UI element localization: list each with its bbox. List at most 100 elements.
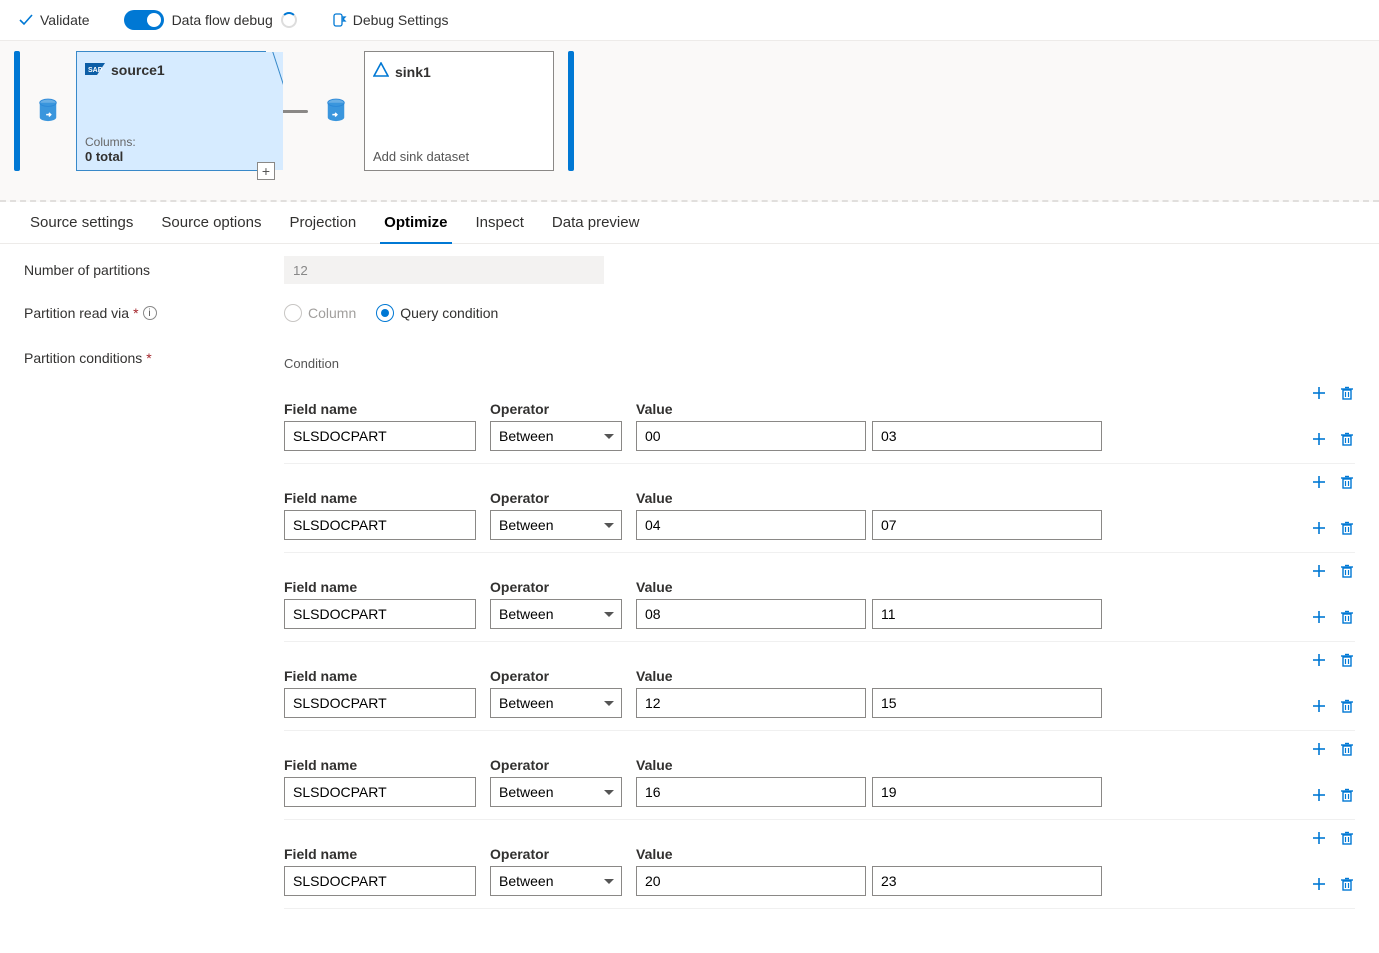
info-icon[interactable]: i (143, 306, 157, 320)
node-sink1[interactable]: sink1 Add sink dataset (364, 51, 554, 171)
value-to-input[interactable] (872, 866, 1102, 896)
radio-query-label: Query condition (400, 305, 498, 321)
add-condition-button[interactable] (1311, 698, 1327, 714)
tab-inspect[interactable]: Inspect (462, 202, 538, 243)
delete-condition-button[interactable] (1339, 609, 1355, 625)
operator-label: Operator (490, 490, 622, 506)
operator-label: Operator (490, 401, 622, 417)
add-branch-button[interactable]: + (257, 162, 275, 180)
value-label: Value (636, 846, 1102, 862)
flow-canvas[interactable]: SAP source1 Columns: 0 total + sink1 (0, 40, 1379, 202)
tabs: Source settingsSource optionsProjectionO… (0, 202, 1379, 244)
field-name-label: Field name (284, 757, 476, 773)
add-condition-button[interactable] (1311, 431, 1327, 447)
validate-button[interactable]: Validate (12, 10, 96, 30)
operator-select[interactable]: Between (490, 599, 622, 629)
value-label: Value (636, 757, 1102, 773)
debug-settings-label: Debug Settings (353, 12, 449, 28)
value-from-input[interactable] (636, 599, 866, 629)
tab-data-preview[interactable]: Data preview (538, 202, 654, 243)
condition-row: Field nameOperatorBetweenValue (284, 830, 1355, 909)
value-from-input[interactable] (636, 777, 866, 807)
operator-select[interactable]: Between (490, 510, 622, 540)
field-name-input[interactable] (284, 688, 476, 718)
num-partitions-input[interactable] (284, 256, 604, 284)
tab-optimize[interactable]: Optimize (370, 202, 461, 243)
value-to-input[interactable] (872, 421, 1102, 451)
value-to-input[interactable] (872, 688, 1102, 718)
debug-settings-button[interactable]: Debug Settings (325, 10, 455, 30)
required-asterisk: * (146, 350, 151, 366)
tab-source-settings[interactable]: Source settings (16, 202, 147, 243)
add-group-button[interactable] (1311, 652, 1327, 668)
node-source1[interactable]: SAP source1 Columns: 0 total + (76, 51, 266, 171)
tab-source-options[interactable]: Source options (147, 202, 275, 243)
delete-condition-button[interactable] (1339, 431, 1355, 447)
node-handle (568, 51, 574, 171)
value-to-input[interactable] (872, 599, 1102, 629)
num-partitions-label: Number of partitions (24, 262, 150, 278)
value-from-input[interactable] (636, 866, 866, 896)
add-group-button[interactable] (1311, 385, 1327, 401)
add-condition-button[interactable] (1311, 876, 1327, 892)
database-out-icon (34, 51, 62, 171)
delete-condition-button[interactable] (1339, 787, 1355, 803)
delete-group-button[interactable] (1339, 652, 1355, 668)
required-asterisk: * (133, 305, 138, 321)
value-label: Value (636, 401, 1102, 417)
debug-toggle[interactable] (124, 10, 164, 30)
operator-select[interactable]: Between (490, 421, 622, 451)
field-name-input[interactable] (284, 599, 476, 629)
operator-label: Operator (490, 846, 622, 862)
value-label: Value (636, 668, 1102, 684)
value-to-input[interactable] (872, 777, 1102, 807)
debug-toggle-label: Data flow debug (172, 12, 273, 28)
condition-row: Field nameOperatorBetweenValue (284, 563, 1355, 642)
radio-query-condition[interactable]: Query condition (376, 304, 498, 322)
add-group-button[interactable] (1311, 563, 1327, 579)
add-group-button[interactable] (1311, 741, 1327, 757)
value-to-input[interactable] (872, 510, 1102, 540)
tab-projection[interactable]: Projection (275, 202, 370, 243)
delete-condition-button[interactable] (1339, 876, 1355, 892)
condition-row: Field name Operator Between Value (284, 652, 1355, 731)
partition-read-via-label: Partition read via (24, 305, 129, 321)
node-sink-meta: Add sink dataset (373, 149, 543, 164)
add-group-button[interactable] (1311, 474, 1327, 490)
add-condition-button[interactable] (1311, 609, 1327, 625)
operator-label: Operator (490, 668, 622, 684)
operator-label: Operator (490, 579, 622, 595)
value-from-input[interactable] (636, 421, 866, 451)
radio-column[interactable]: Column (284, 304, 356, 322)
add-group-button[interactable] (1311, 830, 1327, 846)
delete-group-button[interactable] (1339, 385, 1355, 401)
value-from-input[interactable] (636, 510, 866, 540)
field-name-input[interactable] (284, 866, 476, 896)
conditions-list: Field nameOperatorBetweenValueField name… (284, 385, 1355, 909)
operator-label: Operator (490, 757, 622, 773)
delete-condition-button[interactable] (1339, 520, 1355, 536)
add-condition-button[interactable] (1311, 787, 1327, 803)
field-name-input[interactable] (284, 510, 476, 540)
operator-select[interactable]: Between (490, 777, 622, 807)
svg-text:SAP: SAP (88, 67, 103, 74)
delete-group-button[interactable] (1339, 474, 1355, 490)
value-from-input[interactable] (636, 688, 866, 718)
partition-conditions-label: Partition conditions (24, 350, 142, 366)
delete-group-button[interactable] (1339, 830, 1355, 846)
sink-icon (373, 62, 389, 81)
check-icon (18, 12, 34, 28)
field-name-label: Field name (284, 490, 476, 506)
sap-icon: SAP (85, 62, 105, 78)
operator-select[interactable]: Between (490, 688, 622, 718)
validate-label: Validate (40, 12, 90, 28)
field-name-input[interactable] (284, 421, 476, 451)
operator-select[interactable]: Between (490, 866, 622, 896)
delete-group-button[interactable] (1339, 563, 1355, 579)
condition-header: Condition (284, 356, 1355, 371)
delete-condition-button[interactable] (1339, 698, 1355, 714)
delete-group-button[interactable] (1339, 741, 1355, 757)
field-name-input[interactable] (284, 777, 476, 807)
field-name-label: Field name (284, 668, 476, 684)
add-condition-button[interactable] (1311, 520, 1327, 536)
